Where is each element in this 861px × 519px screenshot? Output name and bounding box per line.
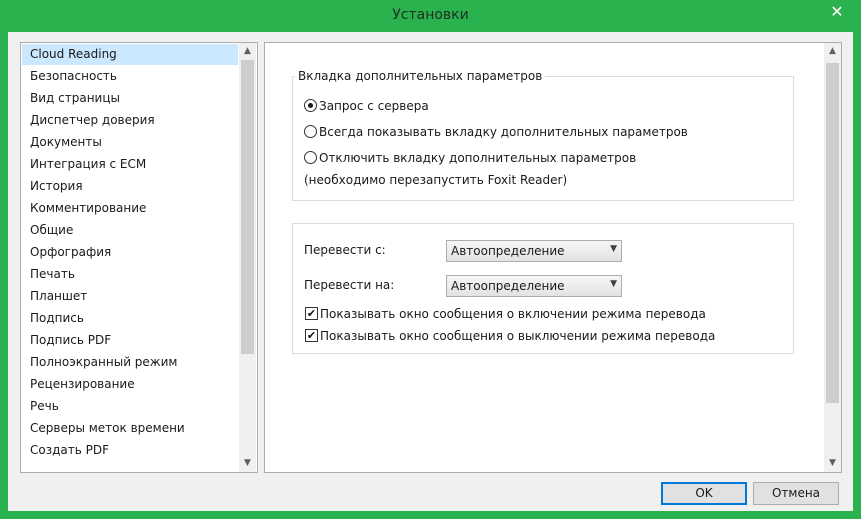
chevron-up-icon: ▲ (244, 46, 251, 56)
translate-from-label: Перевести с: (304, 243, 386, 257)
title-bar[interactable]: Установки ✕ (0, 0, 861, 32)
category-item-trust-manager[interactable]: Диспетчер доверия (22, 110, 238, 131)
category-item-signature[interactable]: Подпись (22, 308, 238, 329)
scrollbar-thumb[interactable] (241, 60, 254, 354)
chevron-down-icon: ▼ (244, 458, 251, 468)
category-item-spelling[interactable]: Орфография (22, 242, 238, 263)
checkmark-icon: ✔ (306, 329, 317, 342)
category-item-history[interactable]: История (22, 176, 238, 197)
checkbox[interactable]: ✔ (305, 307, 318, 320)
category-item-print[interactable]: Печать (22, 264, 238, 285)
translate-to-label: Перевести на: (304, 278, 395, 292)
category-item-review[interactable]: Рецензирование (22, 374, 238, 395)
preferences-window: Установки ✕ Cloud Reading Безопасность В… (0, 0, 861, 519)
translate-from-select[interactable]: Автоопределение ▼ (446, 240, 622, 262)
category-item-general[interactable]: Общие (22, 220, 238, 241)
settings-panel: Вкладка дополнительных параметров Запрос… (264, 42, 842, 473)
radio-button[interactable] (304, 99, 317, 112)
chevron-up-icon: ▲ (829, 46, 836, 56)
translate-to-select[interactable]: Автоопределение ▼ (446, 275, 622, 297)
scroll-up-button[interactable]: ▲ (824, 43, 841, 60)
category-item-cloud-reading[interactable]: Cloud Reading (22, 44, 238, 65)
category-item-security[interactable]: Безопасность (22, 66, 238, 87)
chevron-down-icon: ▼ (610, 244, 617, 254)
category-item-pdf-signature[interactable]: Подпись PDF (22, 330, 238, 351)
radio-button[interactable] (304, 125, 317, 138)
category-item-ecm-integration[interactable]: Интеграция с ECM (22, 154, 238, 175)
scrollbar-thumb[interactable] (826, 63, 839, 403)
radio-label: Всегда показывать вкладку дополнительных… (319, 125, 688, 139)
extra-tab-group-title: Вкладка дополнительных параметров (295, 69, 546, 83)
category-item-page-view[interactable]: Вид страницы (22, 88, 238, 109)
category-item-timestamp-servers[interactable]: Серверы меток времени (22, 418, 238, 439)
window-title: Установки (392, 7, 469, 23)
settings-panel-scrollbar[interactable]: ▲ ▼ (824, 43, 841, 472)
select-value: Автоопределение (451, 279, 565, 293)
category-item-documents[interactable]: Документы (22, 132, 238, 153)
radio-label: Запрос с сервера (319, 99, 429, 113)
category-item-tablet[interactable]: Планшет (22, 286, 238, 307)
chevron-down-icon: ▼ (610, 279, 617, 289)
chevron-down-icon: ▼ (829, 458, 836, 468)
checkbox-label: Показывать окно сообщения о выключении р… (320, 329, 716, 343)
radio-button[interactable] (304, 151, 317, 164)
category-item-create-pdf[interactable]: Создать PDF (22, 440, 238, 461)
scroll-down-button[interactable]: ▼ (239, 455, 256, 472)
select-value: Автоопределение (451, 244, 565, 258)
close-button[interactable]: ✕ (821, 1, 853, 23)
checkbox[interactable]: ✔ (305, 329, 318, 342)
close-icon: ✕ (830, 2, 844, 21)
category-item-commenting[interactable]: Комментирование (22, 198, 238, 219)
ok-button[interactable]: OK (661, 482, 747, 505)
category-list[interactable]: Cloud Reading Безопасность Вид страницы … (20, 42, 258, 473)
checkmark-icon: ✔ (306, 307, 317, 320)
scroll-down-button[interactable]: ▼ (824, 455, 841, 472)
scroll-up-button[interactable]: ▲ (239, 43, 256, 60)
category-item-full-screen[interactable]: Полноэкранный режим (22, 352, 238, 373)
dialog-body: Cloud Reading Безопасность Вид страницы … (8, 32, 853, 511)
radio-label: Отключить вкладку дополнительных парамет… (319, 151, 637, 165)
category-list-scrollbar[interactable]: ▲ ▼ (239, 43, 256, 472)
cancel-button[interactable]: Отмена (753, 482, 839, 505)
checkbox-label: Показывать окно сообщения о включении ре… (320, 307, 706, 321)
restart-note: (необходимо перезапустить Foxit Reader) (304, 173, 568, 187)
category-item-speech[interactable]: Речь (22, 396, 238, 417)
